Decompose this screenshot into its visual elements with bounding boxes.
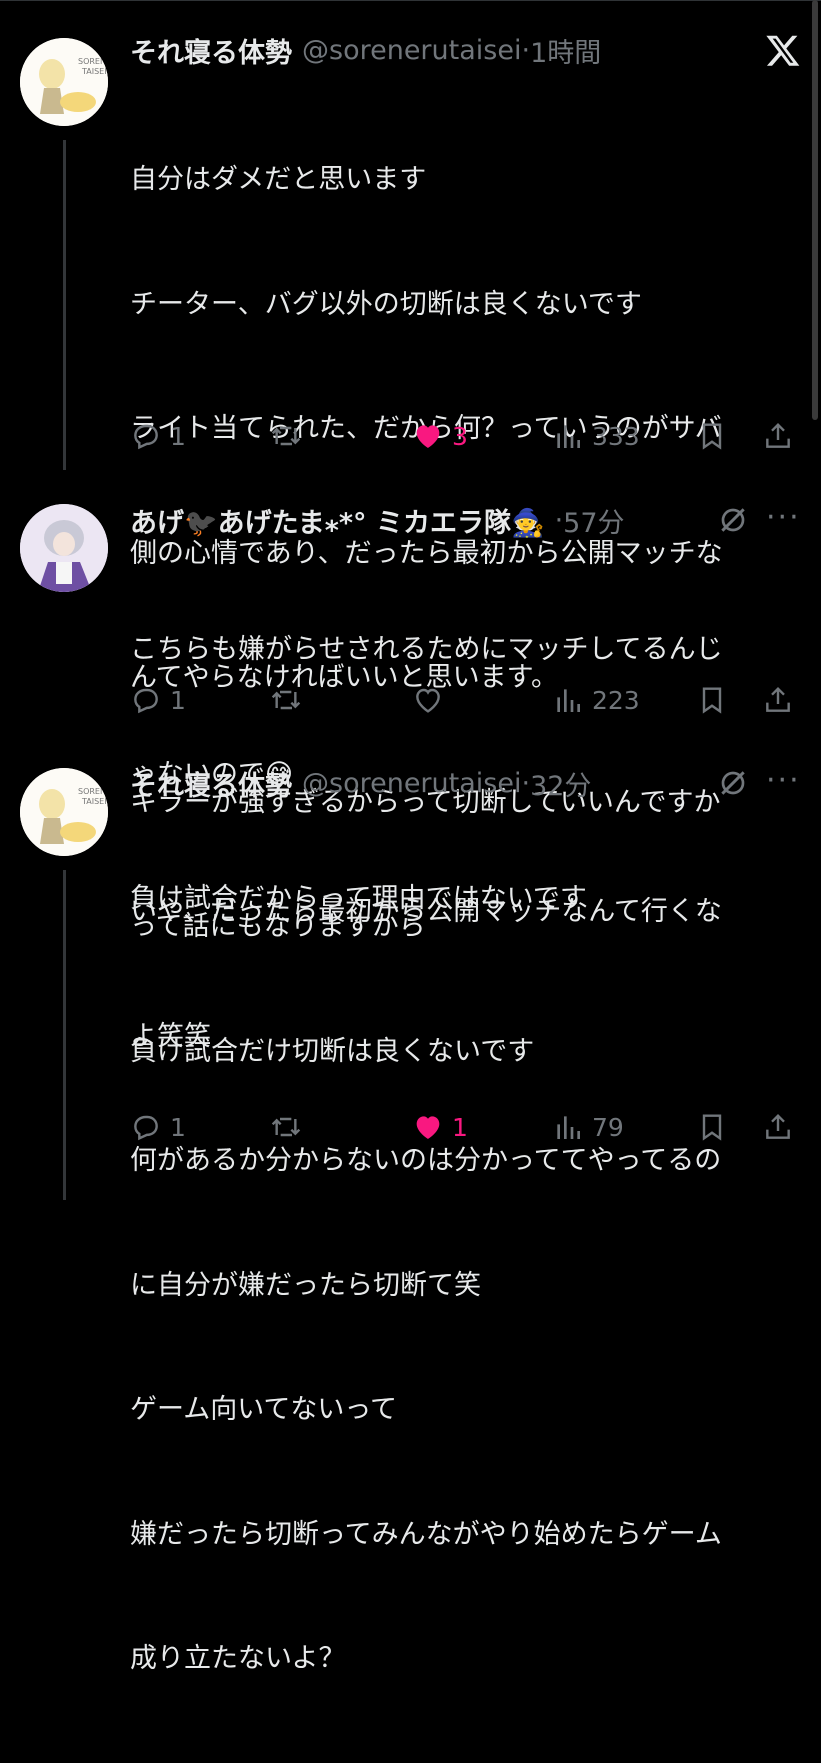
views-count: 333 <box>592 421 640 451</box>
retweet-icon <box>271 1117 301 1137</box>
svg-text:TAISEI: TAISEI <box>81 797 107 806</box>
like-count: 3 <box>452 421 468 451</box>
separator-dot: · <box>521 34 531 66</box>
timestamp[interactable]: 57分 <box>563 501 624 540</box>
text-line: 嫌だったら切断ってみんながやり始めたらゲーム <box>130 1518 722 1550</box>
bookmark-button[interactable] <box>696 416 728 456</box>
heart-icon <box>416 688 440 713</box>
thread-line <box>63 140 66 470</box>
text-line: よ笑笑 <box>130 1020 211 1052</box>
views-count: 79 <box>592 1112 624 1142</box>
text-line: に自分が嫌だったら切断て笑 <box>130 1269 481 1301</box>
share-icon <box>766 422 790 448</box>
action-bar: 1 3 333 <box>130 416 800 456</box>
svg-text:TAISEI: TAISEI <box>81 67 107 76</box>
bookmark-icon <box>702 423 722 450</box>
heart-icon <box>416 1116 440 1139</box>
text-line: チーター、バグ以外の切断は良くないです <box>130 288 642 320</box>
text-line: こちらも嫌がらせされるためにマッチしてるんじ <box>130 634 723 665</box>
retweet-icon <box>271 690 301 710</box>
views-count: 223 <box>592 685 640 715</box>
x-logo-icon <box>764 32 802 72</box>
retweet-button[interactable] <box>270 680 310 720</box>
like-count: 1 <box>452 1112 468 1142</box>
heart-icon <box>416 425 440 448</box>
avatar[interactable]: SORENER TAISEI <box>20 38 108 126</box>
views-button[interactable]: 223 <box>552 680 640 720</box>
display-name[interactable]: それ寝る体勢 <box>130 764 292 803</box>
tweet-header: あげ🐦‍⬛あげたま⁎*° ミカエラ隊🧙 · 57分 <box>130 501 625 540</box>
reply-icon <box>134 424 158 450</box>
handle[interactable]: @sorenerutaisei <box>302 35 521 66</box>
retweet-icon <box>271 426 301 446</box>
text-line: 自分はダメだと思います <box>130 164 427 195</box>
avatar[interactable] <box>20 504 108 592</box>
views-icon <box>557 689 580 712</box>
bookmark-button[interactable] <box>696 1107 728 1147</box>
avatar[interactable]: SORENER TAISEI <box>20 768 108 856</box>
views-button[interactable]: 79 <box>552 1107 624 1147</box>
separator-dot: · <box>521 767 531 799</box>
separator-dot: · <box>554 504 564 536</box>
top-divider <box>0 0 821 13</box>
display-name[interactable]: それ寝る体勢 <box>130 31 292 70</box>
tweet-text: いや、だったら最初から公開マッチなんて行くな よ笑笑 何があるか分からないのは分… <box>130 808 790 1763</box>
svg-text:SORENER: SORENER <box>78 787 108 796</box>
share-icon <box>766 686 790 712</box>
timestamp[interactable]: 1時間 <box>530 31 601 70</box>
reply-button[interactable]: 1 <box>130 1107 186 1147</box>
bookmark-icon <box>702 1114 722 1141</box>
views-icon <box>557 1116 580 1139</box>
text-line: 成り立たないよ？ <box>130 1643 346 1674</box>
grok-icon[interactable] <box>716 767 750 803</box>
more-icon[interactable]: ··· <box>766 500 801 535</box>
like-button[interactable]: 3 <box>412 416 468 456</box>
reply-icon <box>134 688 158 714</box>
tweet-header: それ寝る体勢 @sorenerutaisei · 1時間 <box>130 31 601 70</box>
views-icon <box>557 425 580 448</box>
views-button[interactable]: 333 <box>552 416 640 456</box>
reply-icon <box>134 1115 158 1141</box>
bookmark-button[interactable] <box>696 680 728 720</box>
timestamp[interactable]: 32分 <box>530 764 591 803</box>
thread-line <box>63 870 66 1200</box>
action-bar: 1 1 79 <box>130 1107 800 1147</box>
like-button[interactable]: 1 <box>412 1107 468 1147</box>
like-button[interactable] <box>412 680 452 720</box>
share-icon <box>766 1113 790 1139</box>
share-button[interactable] <box>762 416 794 456</box>
text-line: いや、だったら最初から公開マッチなんて行くな <box>130 896 722 927</box>
handle[interactable]: @sorenerutaisei <box>302 768 521 799</box>
scrollbar[interactable] <box>812 0 818 420</box>
svg-text:SORENER: SORENER <box>78 57 108 66</box>
retweet-button[interactable] <box>270 1107 310 1147</box>
reply-button[interactable]: 1 <box>130 680 186 720</box>
bookmark-icon <box>702 687 722 714</box>
grok-icon[interactable] <box>716 504 750 540</box>
reply-button[interactable]: 1 <box>130 416 186 456</box>
retweet-button[interactable] <box>270 416 310 456</box>
text-line: ゲーム向いてないって <box>130 1394 398 1425</box>
share-button[interactable] <box>762 1107 794 1147</box>
reply-count: 1 <box>170 421 186 451</box>
reply-count: 1 <box>170 685 186 715</box>
action-bar: 1 223 <box>130 680 800 720</box>
share-button[interactable] <box>762 680 794 720</box>
more-icon[interactable]: ··· <box>766 763 801 798</box>
display-name[interactable]: あげ🐦‍⬛あげたま⁎*° ミカエラ隊🧙 <box>130 501 545 540</box>
reply-count: 1 <box>170 1112 186 1142</box>
tweet-header: それ寝る体勢 @sorenerutaisei · 32分 <box>130 764 591 803</box>
